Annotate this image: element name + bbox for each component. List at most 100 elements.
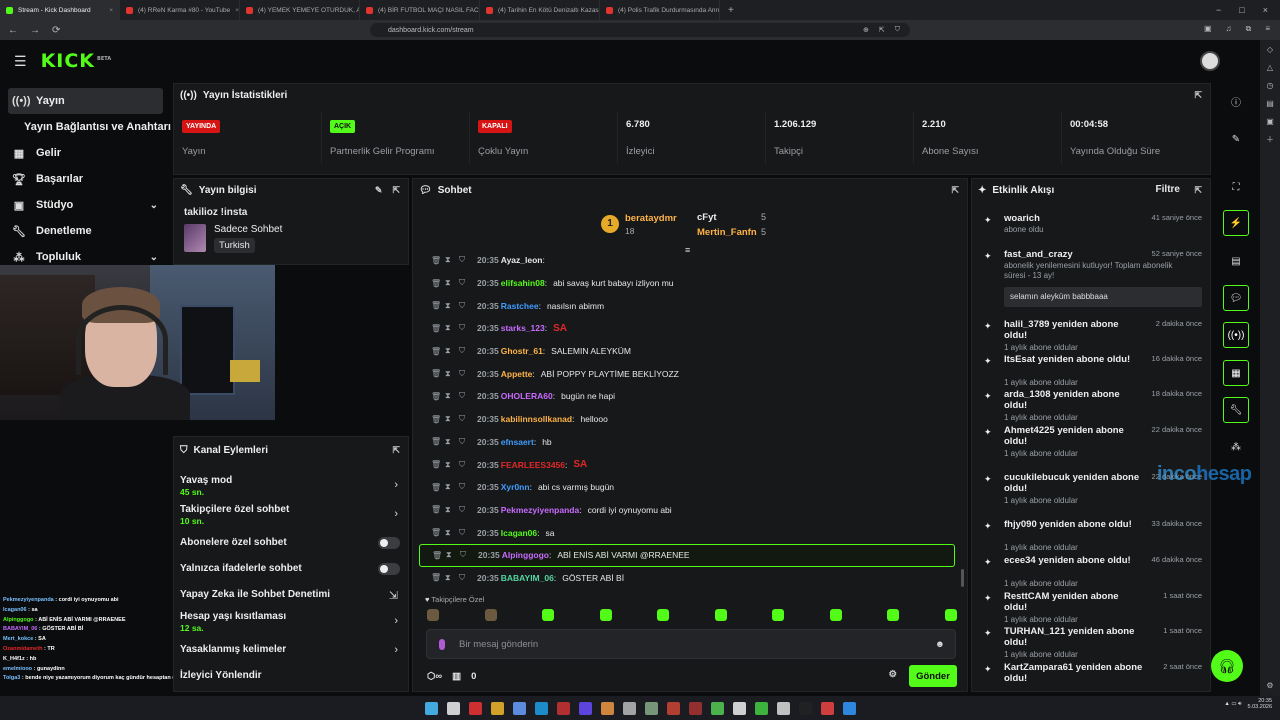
- browser-tab[interactable]: Stream - Kick Dashboard ×: [0, 0, 120, 20]
- emote-icon[interactable]: [772, 609, 785, 621]
- message-user[interactable]: Pekmezyiyenpanda: [501, 505, 579, 515]
- chat-message[interactable]: 🗑︎ ⧗ ⛉ 20:35 starks_123: SA: [419, 317, 959, 340]
- message-user[interactable]: Alpinggogo: [502, 550, 549, 560]
- back-icon[interactable]: ←: [8, 25, 18, 36]
- message-user[interactable]: BABAYIM_06: [501, 573, 554, 583]
- points-icon[interactable]: ⬡∞: [427, 671, 442, 682]
- emote-icon[interactable]: [887, 609, 900, 621]
- delete-icon[interactable]: 🗑︎: [431, 505, 441, 514]
- reload-icon[interactable]: ⟳: [52, 25, 60, 36]
- channel-action-1[interactable]: Takipçilere özel sohbet 10 sn. ›: [174, 500, 408, 529]
- close-icon[interactable]: ×: [109, 7, 113, 14]
- external-link-icon[interactable]: ⇲: [389, 589, 398, 602]
- settings-icon[interactable]: ⚙: [1260, 676, 1280, 694]
- taskbar-app-icon[interactable]: [600, 701, 614, 715]
- bookmark-icon[interactable]: ◇: [1260, 40, 1280, 58]
- extensions-icon[interactable]: ⧉: [1246, 24, 1252, 34]
- chat-message[interactable]: 🗑︎ ⧗ ⛉ 20:35 Ghostr_61: SALEMIN ALEYKÜM: [419, 340, 959, 363]
- settings-icon[interactable]: ⚙: [888, 669, 897, 680]
- delete-icon[interactable]: 🗑︎: [431, 528, 441, 537]
- chevron-right-icon[interactable]: ›: [394, 508, 398, 520]
- url-field[interactable]: dashboard.kick.com/stream ⊕ ⇱ ⛉: [370, 23, 910, 37]
- edit-icon[interactable]: ✎: [375, 185, 383, 196]
- timeout-icon[interactable]: ⧗: [445, 278, 453, 288]
- chat-message[interactable]: 🗑︎ ⧗ ⛉ 20:35 Icagan06: sa: [419, 521, 959, 544]
- timeout-icon[interactable]: ⧗: [445, 369, 453, 379]
- popout-icon[interactable]: ⇱: [1194, 185, 1202, 196]
- chat-message[interactable]: 🗑︎ ⧗ ⛉ 20:35 efnsaert: hb: [419, 431, 959, 454]
- taskbar-app-icon[interactable]: [732, 701, 746, 715]
- delete-icon[interactable]: 🗑︎: [431, 256, 441, 265]
- timeout-icon[interactable]: ⧗: [445, 391, 453, 401]
- channel-action-7[interactable]: İzleyici Yönlendir: [174, 662, 408, 688]
- channel-action-6[interactable]: Yasaklanmış kelimeler ›: [174, 636, 408, 662]
- message-user[interactable]: elifsahin08: [501, 278, 545, 288]
- gifter-3[interactable]: Mertin_Fanfn: [697, 227, 757, 238]
- sidebar-item-5[interactable]: 🔧︎ Denetleme: [0, 218, 172, 244]
- delete-icon[interactable]: 🗑︎: [431, 324, 441, 333]
- message-user[interactable]: kabilinnsollkanad: [501, 414, 572, 424]
- quick-actions-icon[interactable]: ⚡: [1223, 210, 1249, 236]
- taskbar-app-icon[interactable]: [820, 701, 834, 715]
- taskbar-app-icon[interactable]: [754, 701, 768, 715]
- close-window-icon[interactable]: ×: [1263, 5, 1268, 15]
- channel-action-5[interactable]: Hesap yaşı kısıtlaması 12 sa. ›: [174, 607, 408, 636]
- filter-button[interactable]: Filtre: [1156, 184, 1180, 195]
- toggle-switch[interactable]: [378, 563, 400, 575]
- timeout-icon[interactable]: ⧗: [445, 346, 453, 356]
- history-icon[interactable]: ◷: [1260, 76, 1280, 94]
- emote-icon[interactable]: [599, 609, 612, 621]
- taskbar-app-icon[interactable]: [446, 701, 460, 715]
- browser-tab[interactable]: (4) BİR FUTBOL MAÇI NASIL FACİAY×: [360, 0, 480, 20]
- sidebar-item-4[interactable]: ▣ Stüdyo ⌄: [0, 192, 172, 218]
- leo-icon[interactable]: △: [1260, 58, 1280, 76]
- emote-icon[interactable]: [829, 609, 842, 621]
- sidebar-item-0[interactable]: ((•)) Yayın: [8, 88, 163, 114]
- timeout-icon[interactable]: ⧗: [445, 323, 453, 333]
- taskbar-app-icon[interactable]: [842, 701, 856, 715]
- ban-icon[interactable]: ⛉: [460, 550, 468, 560]
- message-user[interactable]: Ghostr_61: [501, 346, 543, 356]
- gifter-1[interactable]: berataydmr: [625, 213, 677, 224]
- emote-icon[interactable]: [427, 609, 439, 621]
- timeout-icon[interactable]: ⧗: [445, 255, 453, 265]
- chat-message[interactable]: 🗑︎ ⧗ ⛉ 20:35 Pekmezyiyenpanda: cordi iyi oynu…: [419, 499, 959, 522]
- delete-icon[interactable]: 🗑︎: [431, 415, 441, 424]
- taskbar-app-icon[interactable]: [798, 701, 812, 715]
- tray-icons[interactable]: ▲ ▭ 🔊︎: [1224, 701, 1241, 708]
- layout-icon[interactable]: ▦: [1223, 360, 1249, 386]
- message-user[interactable]: OHOLERA60: [501, 391, 553, 401]
- gift-icon[interactable]: ▥: [452, 671, 461, 682]
- ban-icon[interactable]: ⛉: [459, 437, 467, 447]
- delete-icon[interactable]: 🗑︎: [431, 369, 441, 378]
- taskbar-app-icon[interactable]: [710, 701, 724, 715]
- sidebar-item-2[interactable]: ▦ Gelir: [0, 140, 172, 166]
- delete-icon[interactable]: 🗑︎: [432, 551, 442, 560]
- taskbar-app-icon[interactable]: [644, 701, 658, 715]
- zoom-icon[interactable]: ⊕: [863, 26, 869, 34]
- emote-icon[interactable]: [657, 609, 670, 621]
- browser-tab[interactable]: (4) Polis Trafik Durdurmasında Annen×: [600, 0, 720, 20]
- chat-message[interactable]: 🗑︎ ⧗ ⛉ 20:35 BABAYIM_06: GÖSTER ABİ Bİ: [419, 567, 959, 585]
- chat-message[interactable]: 🗑︎ ⧗ ⛉ 20:35 Ayaz_leon:: [419, 249, 959, 272]
- minimize-icon[interactable]: −: [1216, 5, 1221, 15]
- chat-input[interactable]: Bir mesaj gönderin ☻: [426, 629, 956, 659]
- chat-message[interactable]: 🗑︎ ⧗ ⛉ 20:35 OHOLERA60: bugün ne hapi: [419, 385, 959, 408]
- taskbar-app-icon[interactable]: [688, 701, 702, 715]
- sidebar-item-1[interactable]: Yayın Bağlantısı ve Anahtarı: [0, 114, 172, 140]
- message-user[interactable]: Ayaz_leon: [501, 255, 543, 265]
- message-user[interactable]: Rastchee: [501, 301, 539, 311]
- chat-message[interactable]: 🗑︎ ⧗ ⛉ 20:35 Appette: ABİ POPPY PLAYTİME BEKL…: [419, 362, 959, 385]
- taskbar-app-icon[interactable]: [556, 701, 570, 715]
- timeout-icon[interactable]: ⧗: [445, 437, 453, 447]
- notes-icon[interactable]: ▤: [1223, 248, 1249, 274]
- chevron-down-icon[interactable]: ⌄: [150, 252, 158, 263]
- emote-icon[interactable]: [484, 609, 497, 621]
- timeout-icon[interactable]: ⧗: [445, 301, 453, 311]
- taskbar-app-icon[interactable]: [490, 701, 504, 715]
- send-button[interactable]: Gönder: [909, 665, 957, 687]
- browser-tab[interactable]: (4) YEMEK YEMEYE OTURDUK, AZAR×: [240, 0, 360, 20]
- ban-icon[interactable]: ⛉: [459, 482, 467, 492]
- close-icon[interactable]: ×: [235, 7, 239, 14]
- chat-message[interactable]: 🗑︎ ⧗ ⛉ 20:35 FEARLEES3456: SA: [419, 453, 959, 476]
